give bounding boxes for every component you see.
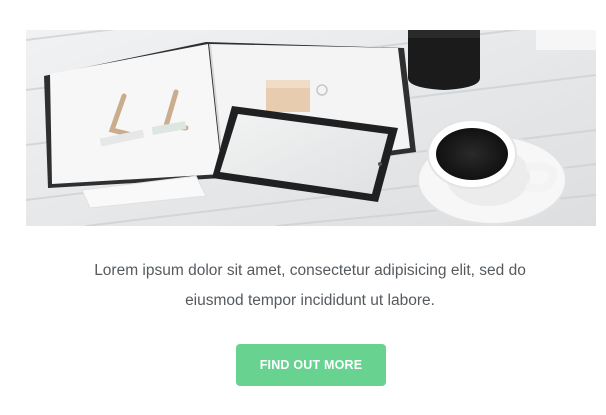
- content-card: Lorem ipsum dolor sit amet, consectetur …: [0, 0, 606, 415]
- hero-image: [26, 30, 596, 226]
- find-out-more-button[interactable]: FIND OUT MORE: [236, 344, 386, 386]
- body-text: Lorem ipsum dolor sit amet, consectetur …: [40, 256, 580, 316]
- body-text-line-2: eiusmod tempor incididunt ut labore.: [185, 292, 435, 309]
- body-text-line-1: Lorem ipsum dolor sit amet, consectetur …: [94, 262, 526, 279]
- moka-pot: [408, 30, 480, 90]
- desk-photo-illustration: [26, 30, 596, 226]
